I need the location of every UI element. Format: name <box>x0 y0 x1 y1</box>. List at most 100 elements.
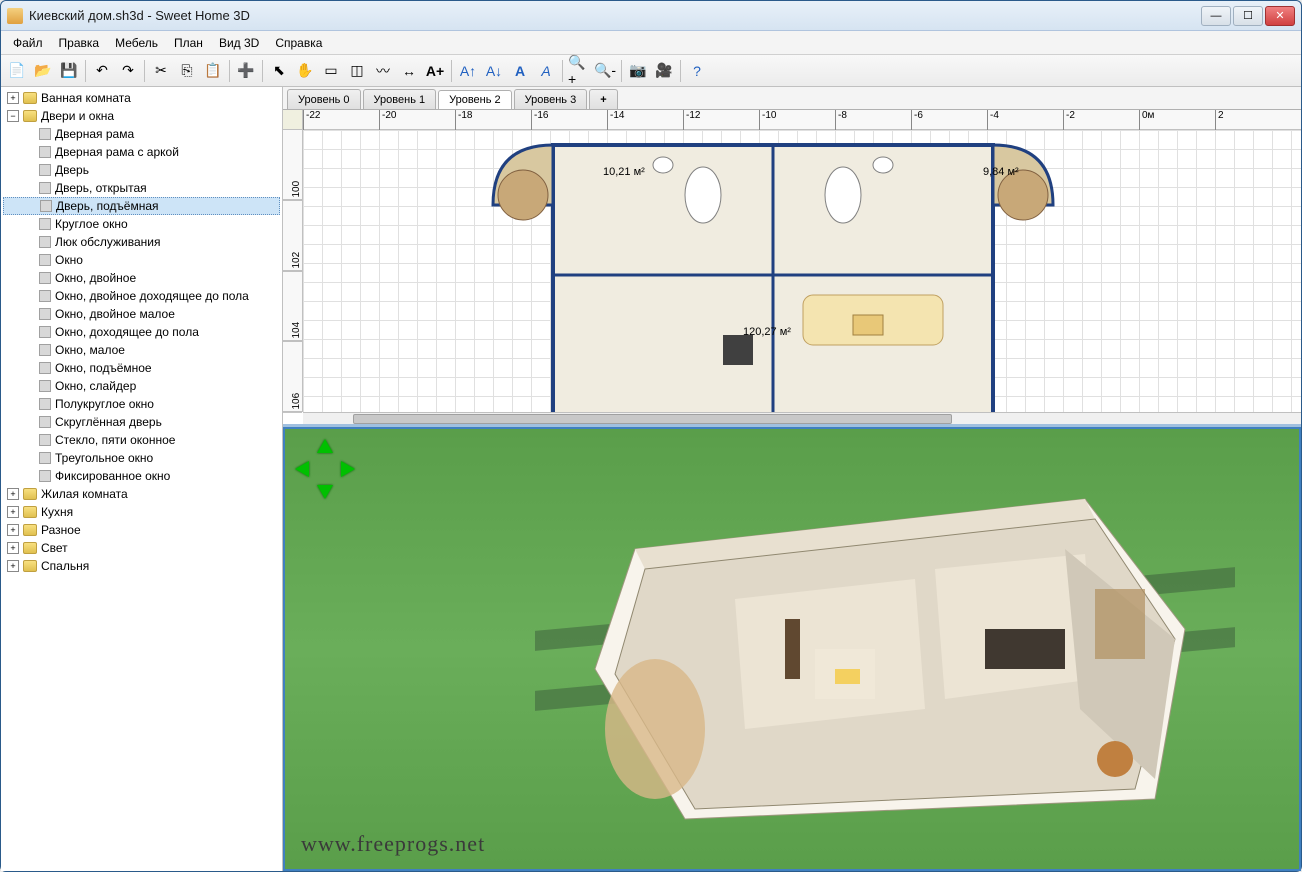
tree-item[interactable]: Окно, малое <box>3 341 280 359</box>
tree-item[interactable]: Стекло, пяти оконное <box>3 431 280 449</box>
text-italic-button[interactable]: A <box>534 59 558 83</box>
select-tool-button[interactable]: ⬉ <box>267 59 291 83</box>
menu-edit[interactable]: Правка <box>51 34 108 52</box>
zoom-in-button[interactable]: 🔍+ <box>567 59 591 83</box>
save-button[interactable]: 💾 <box>57 59 81 83</box>
tree-item-label: Окно, подъёмное <box>55 361 152 375</box>
window-title: Киевский дом.sh3d - Sweet Home 3D <box>29 8 1201 23</box>
nav-down-icon[interactable] <box>317 485 333 499</box>
photo-button[interactable]: 📷 <box>626 59 650 83</box>
tree-category[interactable]: +Разное <box>3 521 280 539</box>
level-tab[interactable]: Уровень 3 <box>514 89 588 109</box>
text-bold-button[interactable]: A <box>508 59 532 83</box>
tree-item[interactable]: Фиксированное окно <box>3 467 280 485</box>
expand-icon[interactable]: + <box>7 542 19 554</box>
tree-category-label: Жилая комната <box>41 487 128 501</box>
tree-category[interactable]: + Жилая комната <box>3 485 280 503</box>
expand-icon[interactable]: + <box>7 92 19 104</box>
floor-plan-drawing[interactable]: 10,21 м² 9,84 м² 120,27 м² <box>423 135 1123 412</box>
expand-icon[interactable]: + <box>7 524 19 536</box>
text-decrease-button[interactable]: A↓ <box>482 59 506 83</box>
zoom-out-button[interactable]: 🔍- <box>593 59 617 83</box>
pan-tool-button[interactable]: ✋ <box>293 59 317 83</box>
tree-item[interactable]: Круглое окно <box>3 215 280 233</box>
expand-icon[interactable]: + <box>7 506 19 518</box>
close-button[interactable]: ✕ <box>1265 6 1295 26</box>
add-level-button[interactable]: + <box>589 89 617 109</box>
nav-right-icon[interactable] <box>341 461 355 477</box>
tree-item[interactable]: Дверь, открытая <box>3 179 280 197</box>
ruler-tick: -20 <box>379 110 455 130</box>
minimize-button[interactable]: — <box>1201 6 1231 26</box>
nav-left-icon[interactable] <box>295 461 309 477</box>
copy-button[interactable]: ⎘ <box>175 59 199 83</box>
new-button[interactable]: 📄 <box>5 59 29 83</box>
menu-file[interactable]: Файл <box>5 34 51 52</box>
tree-item[interactable]: Окно, доходящее до пола <box>3 323 280 341</box>
open-button[interactable]: 📂 <box>31 59 55 83</box>
menubar: Файл Правка Мебель План Вид 3D Справка <box>1 31 1301 55</box>
view-3d-panel[interactable]: www.freeprogs.net <box>283 427 1301 871</box>
tree-item[interactable]: Люк обслуживания <box>3 233 280 251</box>
plan-canvas[interactable]: -22-20-18-16-14-12-10-8-6-4-20м2 1001021… <box>283 109 1301 424</box>
dimension-tool-button[interactable]: ↔ <box>397 59 421 83</box>
maximize-button[interactable]: ☐ <box>1233 6 1263 26</box>
furniture-icon <box>39 290 51 302</box>
titlebar[interactable]: Киевский дом.sh3d - Sweet Home 3D — ☐ ✕ <box>1 1 1301 31</box>
tree-category[interactable]: +Спальня <box>3 557 280 575</box>
tree-item[interactable]: Скруглённая дверь <box>3 413 280 431</box>
tree-item[interactable]: Окно, двойное <box>3 269 280 287</box>
tree-item[interactable]: Дверь, подъёмная <box>3 197 280 215</box>
paste-button[interactable]: 📋 <box>201 59 225 83</box>
menu-furniture[interactable]: Мебель <box>107 34 166 52</box>
folder-icon <box>23 560 37 572</box>
tree-category[interactable]: +Кухня <box>3 503 280 521</box>
level-tab[interactable]: Уровень 1 <box>363 89 437 109</box>
level-tab[interactable]: Уровень 2 <box>438 90 512 110</box>
separator-icon <box>680 60 681 82</box>
tree-item[interactable]: Дверь <box>3 161 280 179</box>
expand-icon[interactable]: + <box>7 560 19 572</box>
folder-icon <box>23 488 37 500</box>
tree-category[interactable]: −Двери и окна <box>3 107 280 125</box>
separator-icon <box>85 60 86 82</box>
tree-item[interactable]: Дверная рама с аркой <box>3 143 280 161</box>
plan-grid[interactable]: 10,21 м² 9,84 м² 120,27 м² <box>303 130 1301 412</box>
tree-category[interactable]: +Свет <box>3 539 280 557</box>
ruler-tick: -8 <box>835 110 911 130</box>
add-furniture-button[interactable]: ➕ <box>234 59 258 83</box>
tree-item[interactable]: Полукруглое окно <box>3 395 280 413</box>
tree-item[interactable]: Окно, двойное малое <box>3 305 280 323</box>
level-tab[interactable]: Уровень 0 <box>287 89 361 109</box>
tree-item[interactable]: Окно, слайдер <box>3 377 280 395</box>
wall-tool-button[interactable]: ▭ <box>319 59 343 83</box>
cut-button[interactable]: ✂ <box>149 59 173 83</box>
menu-help[interactable]: Справка <box>267 34 330 52</box>
scrollbar-thumb[interactable] <box>353 414 952 424</box>
tree-item[interactable]: Окно, подъёмное <box>3 359 280 377</box>
tree-item[interactable]: Окно <box>3 251 280 269</box>
tree-item[interactable]: Дверная рама <box>3 125 280 143</box>
video-button[interactable]: 🎥 <box>652 59 676 83</box>
collapse-icon[interactable]: − <box>7 110 19 122</box>
undo-button[interactable]: ↶ <box>90 59 114 83</box>
tree-category[interactable]: +Ванная комната <box>3 89 280 107</box>
tree-item-label: Окно <box>55 253 83 267</box>
plan-scrollbar-horizontal[interactable] <box>303 412 1301 424</box>
ruler-corner-icon <box>283 110 303 130</box>
expand-icon[interactable]: + <box>7 488 19 500</box>
nav-up-icon[interactable] <box>317 439 333 453</box>
furniture-catalog-tree[interactable]: +Ванная комната−Двери и окнаДверная рама… <box>1 87 283 871</box>
room-tool-button[interactable]: ◫ <box>345 59 369 83</box>
menu-3dview[interactable]: Вид 3D <box>211 34 267 52</box>
polyline-tool-button[interactable]: 〰 <box>371 59 395 83</box>
help-button[interactable]: ? <box>685 59 709 83</box>
redo-button[interactable]: ↷ <box>116 59 140 83</box>
tree-item[interactable]: Окно, двойное доходящее до пола <box>3 287 280 305</box>
text-increase-button[interactable]: A↑ <box>456 59 480 83</box>
menu-plan[interactable]: План <box>166 34 211 52</box>
tree-item[interactable]: Треугольное окно <box>3 449 280 467</box>
furniture-icon <box>39 128 51 140</box>
folder-icon <box>23 542 37 554</box>
text-tool-button[interactable]: A+ <box>423 59 447 83</box>
